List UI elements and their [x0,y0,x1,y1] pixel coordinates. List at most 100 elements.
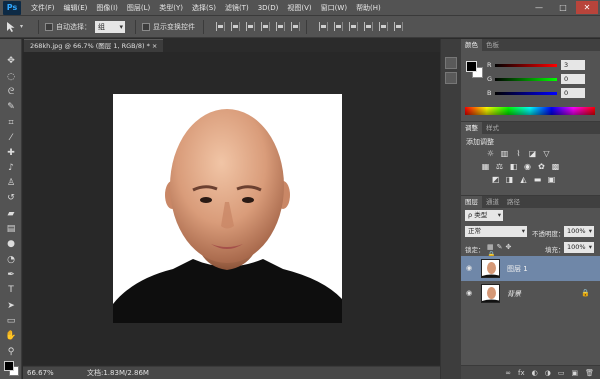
hand-tool-icon[interactable]: ✋ [5,331,17,342]
color-balance-icon[interactable]: ⚖ [495,162,504,171]
red-slider[interactable]: R 3 [487,60,599,70]
red-value-input[interactable]: 3 [561,60,585,70]
blue-value-input[interactable]: 0 [561,88,585,98]
align-hcenter-icon[interactable] [276,22,285,31]
menu-view[interactable]: 视图(V) [287,3,311,13]
maximize-button[interactable]: □ [552,1,574,14]
zoom-tool-icon[interactable]: ⚲ [5,347,17,358]
show-transform-checkbox[interactable] [142,22,150,31]
move-tool-icon[interactable]: ✥ [5,56,17,67]
move-tool-icon[interactable]: ▾ [6,19,32,35]
layer-row[interactable]: ◉ 背景 🔒 [461,281,600,306]
threshold-icon[interactable]: ◭ [519,175,528,184]
tab-styles[interactable]: 样式 [482,122,503,134]
delete-layer-icon[interactable]: 🗑 [585,369,594,377]
hue-saturation-icon[interactable]: ▦ [481,162,490,171]
new-group-icon[interactable]: ▭ [558,369,565,377]
align-top-icon[interactable] [216,22,225,31]
new-layer-icon[interactable]: ▣ [571,369,578,377]
menu-3d[interactable]: 3D(D) [258,4,279,12]
green-value-input[interactable]: 0 [561,74,585,84]
distribute-right-icon[interactable] [394,22,403,31]
menu-type[interactable]: 类型(Y) [159,3,183,13]
blur-tool-icon[interactable]: ● [5,239,17,250]
marquee-tool-icon[interactable]: ◌ [5,72,17,83]
levels-icon[interactable]: ▥ [500,149,509,158]
link-layers-icon[interactable]: ∞ [505,369,511,377]
photo-filter-icon[interactable]: ◉ [523,162,532,171]
minimize-button[interactable]: — [528,1,550,14]
align-left-icon[interactable] [261,22,270,31]
shape-tool-icon[interactable]: ▭ [5,316,17,327]
document-size-info[interactable]: 文档:1.83M/2.86M [87,368,149,378]
green-slider[interactable]: G 0 [487,74,599,84]
auto-select-checkbox[interactable] [45,22,53,31]
align-right-icon[interactable] [291,22,300,31]
type-tool-icon[interactable]: T [5,285,17,296]
align-vcenter-icon[interactable] [231,22,240,31]
layer-row[interactable]: ◉ 图层 1 [461,256,600,281]
add-mask-icon[interactable]: ◐ [532,369,538,377]
gradient-map-icon[interactable]: ▬ [533,175,542,184]
distribute-vcenter-icon[interactable] [334,22,343,31]
brush-tool-icon[interactable]: ♪ [5,163,17,174]
vibrance-icon[interactable]: ▽ [542,149,551,158]
color-spectrum-bar[interactable] [465,107,595,115]
layer-name[interactable]: 图层 1 [507,264,528,274]
tab-paths[interactable]: 路径 [503,196,524,208]
layer-filter-dropdown[interactable]: ρ 类型 [465,210,503,221]
visibility-eye-icon[interactable]: ◉ [466,289,474,297]
align-bottom-icon[interactable] [246,22,255,31]
brightness-icon[interactable]: ☼ [486,149,495,158]
menu-file[interactable]: 文件(F) [31,3,55,13]
close-button[interactable]: ✕ [576,1,598,14]
distribute-hcenter-icon[interactable] [379,22,388,31]
new-adjustment-icon[interactable]: ◑ [545,369,551,377]
tab-swatches[interactable]: 色板 [482,39,503,51]
lasso-tool-icon[interactable]: ᘓ [5,87,17,98]
eraser-tool-icon[interactable]: ▰ [5,209,17,220]
tab-channels[interactable]: 通道 [482,196,503,208]
layer-name[interactable]: 背景 [507,289,521,299]
auto-select-dropdown[interactable]: 组 [95,20,125,33]
blend-mode-dropdown[interactable]: 正常 [465,226,527,237]
stamp-tool-icon[interactable]: ♙ [5,178,17,189]
properties-panel-icon[interactable] [445,72,457,84]
tab-layers[interactable]: 图层 [461,196,482,208]
history-panel-icon[interactable] [445,57,457,69]
fill-input[interactable]: 100% [564,242,594,253]
healing-tool-icon[interactable]: ✚ [5,148,17,159]
menu-image[interactable]: 图像(I) [96,3,118,13]
foreground-color-swatch[interactable] [4,361,14,371]
curves-icon[interactable]: ⌇ [514,149,523,158]
menu-filter[interactable]: 滤镜(T) [225,3,249,13]
gradient-tool-icon[interactable]: ▤ [5,224,17,235]
menu-edit[interactable]: 编辑(E) [64,3,88,13]
selective-color-icon[interactable]: ▣ [547,175,556,184]
pen-tool-icon[interactable]: ✒ [5,270,17,281]
dodge-tool-icon[interactable]: ◔ [5,255,17,266]
visibility-eye-icon[interactable]: ◉ [466,264,474,272]
document-tab[interactable]: 268kh.jpg @ 66.7% (图层 1, RGB/8) * × [24,39,164,52]
crop-tool-icon[interactable]: ⌗ [5,118,17,129]
black-white-icon[interactable]: ◧ [509,162,518,171]
blue-slider[interactable]: B 0 [487,88,599,98]
opacity-input[interactable]: 100% [564,226,594,237]
exposure-icon[interactable]: ◪ [528,149,537,158]
menu-layer[interactable]: 图层(L) [127,3,150,13]
distribute-left-icon[interactable] [364,22,373,31]
channel-mixer-icon[interactable]: ✿ [537,162,546,171]
tab-color[interactable]: 颜色 [461,39,482,51]
layer-style-icon[interactable]: fx [518,369,525,377]
distribute-bottom-icon[interactable] [349,22,358,31]
panel-foreground-swatch[interactable] [466,61,477,72]
posterize-icon[interactable]: ◨ [505,175,514,184]
path-select-tool-icon[interactable]: ➤ [5,301,17,312]
menu-window[interactable]: 窗口(W) [321,3,347,13]
quick-select-tool-icon[interactable]: ✎ [5,102,17,113]
menu-help[interactable]: 帮助(H) [356,3,381,13]
color-lookup-icon[interactable]: ▩ [551,162,560,171]
tab-adjustments[interactable]: 调整 [461,122,482,134]
distribute-top-icon[interactable] [319,22,328,31]
invert-icon[interactable]: ◩ [491,175,500,184]
